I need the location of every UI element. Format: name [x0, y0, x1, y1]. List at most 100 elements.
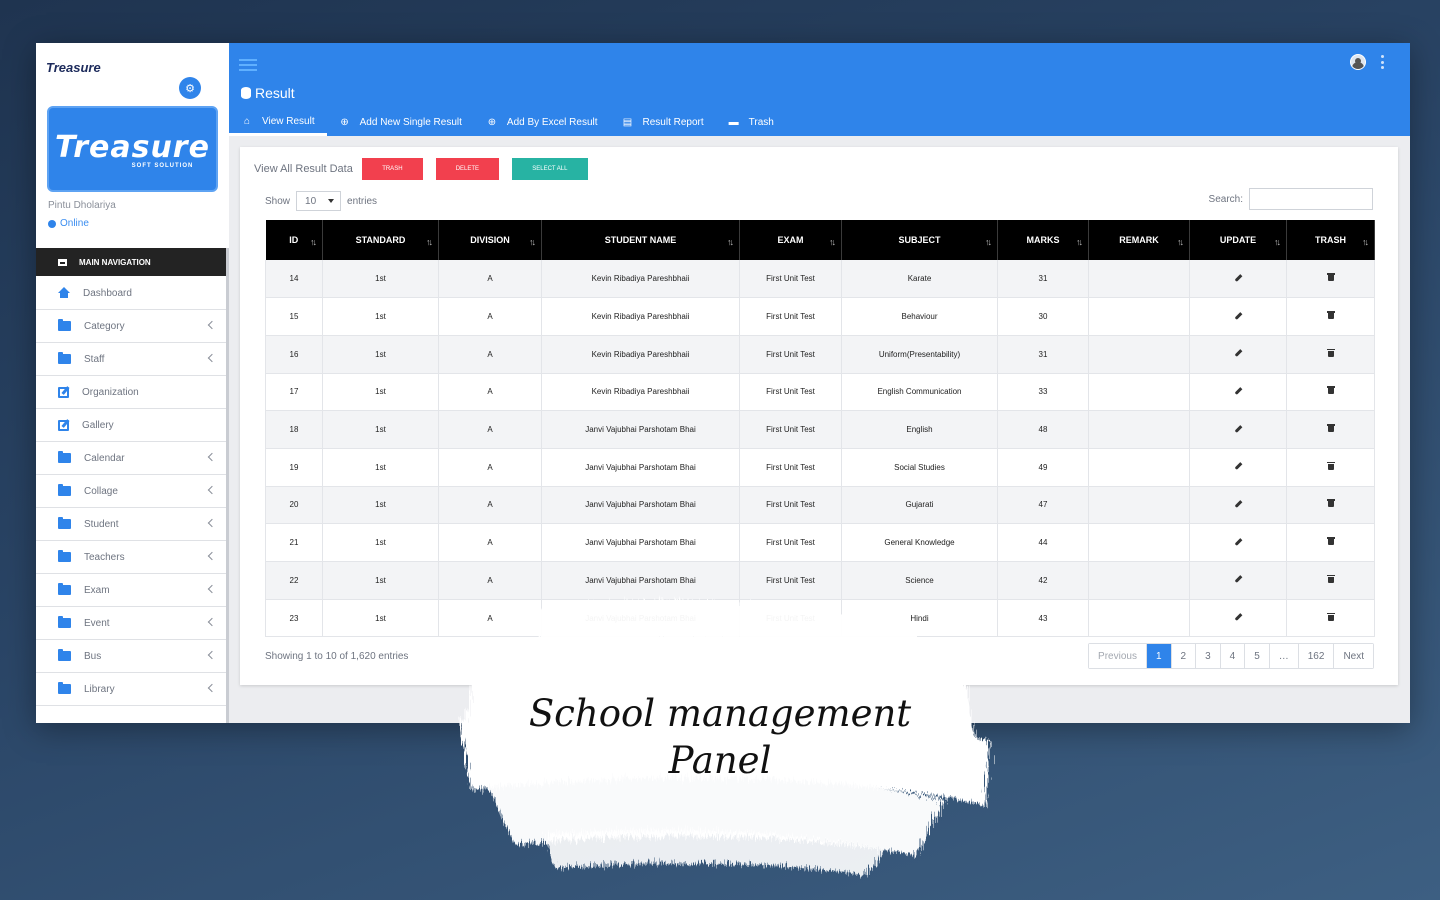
pencil-icon[interactable] [1234, 273, 1242, 282]
column-header-label: DIVISION [470, 235, 510, 245]
trash-button[interactable]: TRASH [361, 158, 423, 180]
cell-standard: 1st [322, 335, 439, 374]
trash-icon[interactable] [1326, 537, 1335, 546]
pencil-icon[interactable] [1234, 311, 1242, 320]
page-button[interactable]: 4 [1220, 644, 1246, 668]
tab-add-new-single-result[interactable]: ⊕ Add New Single Result [327, 109, 474, 136]
trash-icon[interactable] [1326, 273, 1335, 282]
cell-trash [1286, 335, 1375, 374]
table-row[interactable]: 23 1st A Janvi Vajubhai Parshotam Bhai First… [265, 599, 1375, 638]
previous-button[interactable]: Previous [1089, 644, 1147, 668]
trash-icon[interactable] [1326, 612, 1335, 621]
table-row[interactable]: 19 1st A Janvi Vajubhai Parshotam Bhai First… [265, 448, 1375, 487]
page-length-select[interactable]: 10 [296, 191, 342, 211]
cell-update [1189, 335, 1287, 374]
page-button[interactable]: 1 [1146, 644, 1172, 668]
trash-icon[interactable] [1326, 348, 1335, 357]
trash-icon[interactable] [1326, 574, 1335, 583]
page-button[interactable]: 162 [1298, 644, 1335, 668]
home-icon: ⌂ [243, 115, 251, 127]
sidebar-item-dashboard[interactable]: Dashboard [36, 277, 229, 310]
cell-trash [1286, 373, 1375, 412]
cell-update [1189, 260, 1287, 299]
column-header-update[interactable]: UPDATE ↑↓ [1189, 220, 1287, 260]
user-avatar[interactable] [1350, 54, 1366, 70]
sidebar-scrollbar[interactable] [226, 248, 229, 723]
search-input[interactable] [1249, 188, 1373, 210]
trash-icon[interactable] [1326, 499, 1335, 508]
tab-label: Trash [748, 117, 774, 128]
pencil-icon[interactable] [1234, 537, 1242, 546]
column-header-student-name[interactable]: STUDENT NAME ↑↓ [541, 220, 740, 260]
column-header-marks[interactable]: MARKS ↑↓ [997, 220, 1089, 260]
tab-view-result[interactable]: ⌂ View Result [229, 109, 327, 136]
sidebar-item-student[interactable]: Student [36, 508, 229, 541]
trash-icon[interactable] [1326, 424, 1335, 433]
tab-trash[interactable]: ▬ Trash [716, 109, 786, 136]
column-header-division[interactable]: DIVISION ↑↓ [438, 220, 542, 260]
sidebar-item-calendar[interactable]: Calendar [36, 442, 229, 475]
trash-icon[interactable] [1326, 311, 1335, 320]
tab-add-by-excel-result[interactable]: ⊕ Add By Excel Result [474, 109, 610, 136]
cell-standard: 1st [322, 410, 439, 449]
pencil-icon[interactable] [1234, 424, 1242, 433]
sidebar-item-library[interactable]: Library [36, 673, 229, 706]
cell-student-name: Janvi Vajubhai Parshotam Bhai [541, 561, 740, 600]
cell-student-name: Kevin Ribadiya Pareshbhaii [541, 260, 740, 299]
table-row[interactable]: 21 1st A Janvi Vajubhai Parshotam Bhai First… [265, 523, 1375, 562]
column-header-exam[interactable]: EXAM ↑↓ [739, 220, 842, 260]
cell-division: A [438, 297, 542, 336]
table-row[interactable]: 16 1st A Kevin Ribadiya Pareshbhaii First Un… [265, 335, 1375, 374]
sidebar-item-exam[interactable]: Exam [36, 574, 229, 607]
column-header-id[interactable]: ID ↑↓ [265, 220, 323, 260]
trash-icon[interactable] [1326, 461, 1335, 470]
column-header-trash[interactable]: TRASH ↑↓ [1286, 220, 1375, 260]
more-vertical-icon[interactable] [1381, 55, 1384, 69]
sidebar-item-collage[interactable]: Collage [36, 475, 229, 508]
sidebar-item-organization[interactable]: Organization [36, 376, 229, 409]
table-row[interactable]: 20 1st A Janvi Vajubhai Parshotam Bhai First… [265, 486, 1375, 525]
table-row[interactable]: 22 1st A Janvi Vajubhai Parshotam Bhai First… [265, 561, 1375, 600]
pencil-icon[interactable] [1234, 575, 1242, 584]
cell-id: 22 [265, 561, 323, 600]
plus-circle-icon: ⊕ [487, 117, 497, 128]
sidebar-item-gallery[interactable]: Gallery [36, 409, 229, 442]
menu-toggle-icon[interactable] [239, 59, 257, 71]
column-header-subject[interactable]: SUBJECT ↑↓ [841, 220, 998, 260]
select-all-button[interactable]: SELECT ALL [511, 158, 588, 180]
tab-result-report[interactable]: ▤ Result Report [610, 109, 716, 136]
page-button[interactable]: … [1269, 644, 1299, 668]
cell-marks: 30 [997, 297, 1089, 336]
pencil-icon[interactable] [1234, 462, 1242, 471]
cell-subject: English Communication [841, 373, 998, 412]
cell-division: A [438, 486, 542, 525]
share-icon[interactable]: ⚙ [179, 77, 201, 99]
sidebar-item-teachers[interactable]: Teachers [36, 541, 229, 574]
next-button[interactable]: Next [1334, 644, 1373, 668]
sidebar-item-staff[interactable]: Staff [36, 343, 229, 376]
cell-id: 20 [265, 486, 323, 525]
logo[interactable]: Treasure [46, 53, 101, 81]
table-row[interactable]: 14 1st A Kevin Ribadiya Pareshbhaii First Un… [265, 260, 1375, 299]
page-button[interactable]: 3 [1196, 644, 1221, 668]
page-button[interactable]: 2 [1171, 644, 1197, 668]
column-header-standard[interactable]: STANDARD ↑↓ [322, 220, 439, 260]
table-row[interactable]: 15 1st A Kevin Ribadiya Pareshbhaii First Un… [265, 297, 1375, 336]
app-window: Treasure ⚙ Treasure SOFT SOLUTION Pintu … [36, 43, 1410, 723]
sidebar-item-category[interactable]: Category [36, 310, 229, 343]
trash-icon[interactable] [1326, 386, 1335, 395]
pencil-icon[interactable] [1234, 500, 1242, 508]
sidebar-item-label: Gallery [82, 419, 114, 431]
sidebar-item-bus[interactable]: Bus [36, 640, 229, 673]
sidebar-item-event[interactable]: Event [36, 607, 229, 640]
cell-subject: Gujarati [841, 486, 998, 525]
pencil-icon[interactable] [1234, 613, 1242, 621]
column-header-remark[interactable]: REMARK ↑↓ [1088, 220, 1190, 260]
pencil-icon[interactable] [1234, 387, 1242, 395]
cell-id: 23 [265, 599, 323, 638]
table-row[interactable]: 18 1st A Janvi Vajubhai Parshotam Bhai First… [265, 410, 1375, 449]
pencil-icon[interactable] [1234, 349, 1242, 358]
delete-button[interactable]: DELETE [435, 158, 499, 180]
table-row[interactable]: 17 1st A Kevin Ribadiya Pareshbhaii First Un… [265, 373, 1375, 412]
page-button[interactable]: 5 [1245, 644, 1270, 668]
